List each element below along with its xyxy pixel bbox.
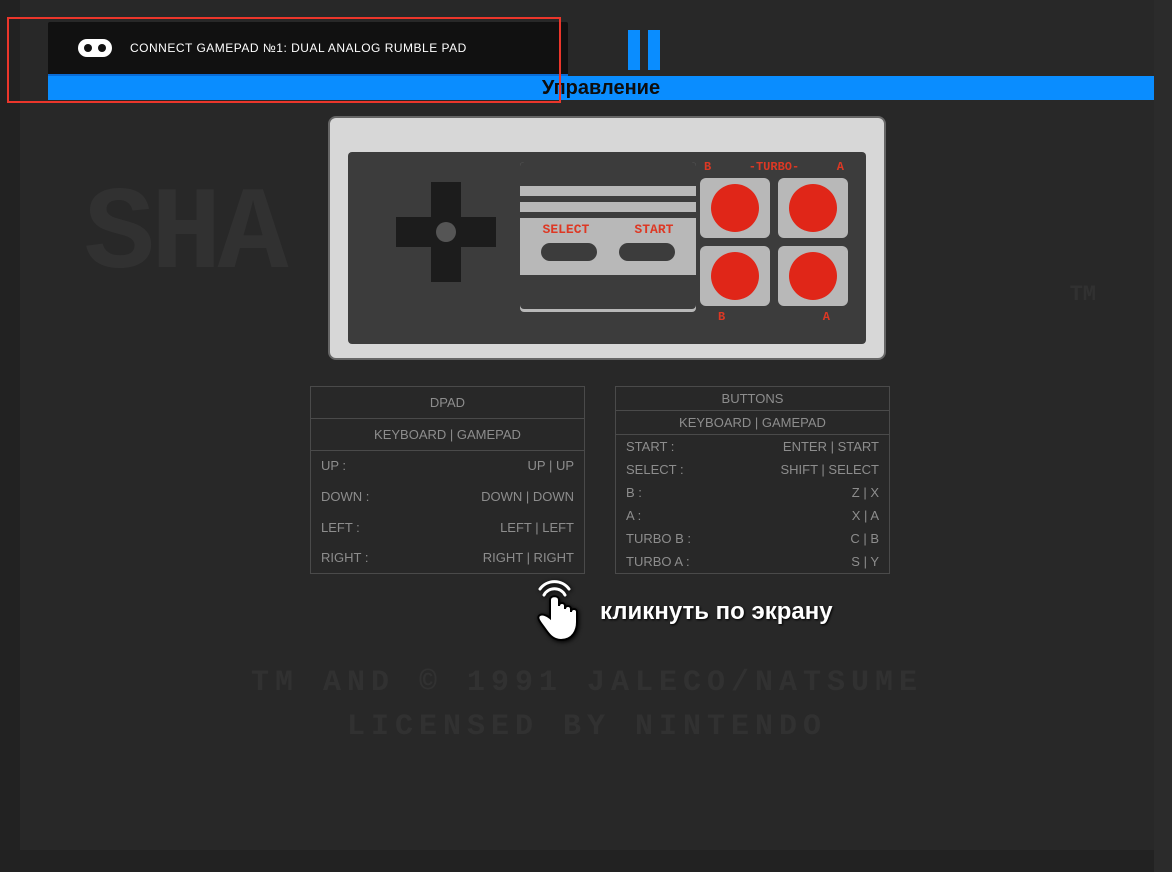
a-label: A bbox=[823, 310, 830, 324]
a-button-icon bbox=[789, 252, 837, 300]
buttons-title: BUTTONS bbox=[616, 387, 890, 411]
gamepad-icon bbox=[78, 39, 112, 57]
buttons-subtitle: KEYBOARD | GAMEPAD bbox=[616, 411, 890, 435]
click-text: кликнуть по экрану bbox=[600, 598, 833, 626]
dpad-icon bbox=[396, 182, 496, 282]
dpad-title: DPAD bbox=[311, 387, 585, 419]
emulator-frame[interactable]: SHA ND TM TM AND © 1991 JALECO/NATSUME L… bbox=[20, 0, 1154, 850]
table-row: RIGHT :RIGHT | RIGHT bbox=[311, 542, 585, 573]
b-label: B bbox=[718, 310, 725, 324]
mapping-value: LEFT | LEFT bbox=[414, 512, 584, 543]
table-row: DOWN :DOWN | DOWN bbox=[311, 481, 585, 512]
select-label: SELECT bbox=[543, 222, 590, 237]
table-row: B :Z | X bbox=[616, 481, 890, 504]
section-header: Управление bbox=[48, 76, 1154, 100]
table-row: A :X | A bbox=[616, 504, 890, 527]
turbo-b-label: B bbox=[704, 160, 711, 174]
mapping-key: UP : bbox=[311, 450, 415, 481]
controller-illustration: SELECT START B -TURBO- A bbox=[328, 116, 886, 360]
mapping-value: RIGHT | RIGHT bbox=[414, 542, 584, 573]
mapping-key: A : bbox=[616, 504, 731, 527]
table-row: TURBO B :C | B bbox=[616, 527, 890, 550]
scrollbar[interactable] bbox=[1154, 0, 1172, 872]
mapping-value: S | Y bbox=[730, 550, 889, 574]
mapping-key: B : bbox=[616, 481, 731, 504]
mapping-key: RIGHT : bbox=[311, 542, 415, 573]
table-row: SELECT :SHIFT | SELECT bbox=[616, 458, 890, 481]
click-instruction[interactable]: кликнуть по экрану bbox=[530, 580, 833, 644]
b-button-icon bbox=[711, 252, 759, 300]
table-row: TURBO A :S | Y bbox=[616, 550, 890, 574]
mapping-key: LEFT : bbox=[311, 512, 415, 543]
select-start-panel: SELECT START bbox=[520, 162, 696, 312]
mapping-key: SELECT : bbox=[616, 458, 731, 481]
bg-copyright: TM AND © 1991 JALECO/NATSUME bbox=[20, 666, 1154, 700]
mapping-value: ENTER | START bbox=[730, 435, 889, 459]
dpad-subtitle: KEYBOARD | GAMEPAD bbox=[311, 418, 585, 450]
table-row: START :ENTER | START bbox=[616, 435, 890, 459]
mapping-key: DOWN : bbox=[311, 481, 415, 512]
mapping-value: C | B bbox=[730, 527, 889, 550]
mapping-key: TURBO A : bbox=[616, 550, 731, 574]
bg-license: LICENSED BY NINTENDO bbox=[20, 710, 1154, 744]
start-label: START bbox=[634, 222, 673, 237]
table-row: UP :UP | UP bbox=[311, 450, 585, 481]
turbo-a-label: A bbox=[837, 160, 844, 174]
dpad-table: DPAD KEYBOARD | GAMEPAD UP :UP | UPDOWN … bbox=[310, 386, 585, 574]
turbo-label: -TURBO- bbox=[749, 160, 799, 174]
mapping-value: SHIFT | SELECT bbox=[730, 458, 889, 481]
mapping-value: DOWN | DOWN bbox=[414, 481, 584, 512]
mapping-key: START : bbox=[616, 435, 731, 459]
select-button-icon bbox=[541, 243, 597, 261]
mapping-key: TURBO B : bbox=[616, 527, 731, 550]
buttons-table: BUTTONS KEYBOARD | GAMEPAD START :ENTER … bbox=[615, 386, 890, 574]
ab-buttons-panel: B -TURBO- A B A bbox=[694, 160, 854, 330]
tap-hand-icon bbox=[530, 580, 582, 644]
mapping-value: X | A bbox=[730, 504, 889, 527]
pause-icon[interactable] bbox=[628, 30, 660, 70]
turbo-b-button-icon bbox=[711, 184, 759, 232]
gamepad-toast-text: CONNECT GAMEPAD №1: DUAL ANALOG RUMBLE P… bbox=[130, 41, 467, 55]
bg-tm: TM bbox=[1070, 282, 1096, 307]
table-row: LEFT :LEFT | LEFT bbox=[311, 512, 585, 543]
mapping-tables: DPAD KEYBOARD | GAMEPAD UP :UP | UPDOWN … bbox=[310, 386, 890, 574]
gamepad-toast: CONNECT GAMEPAD №1: DUAL ANALOG RUMBLE P… bbox=[48, 22, 568, 74]
turbo-a-button-icon bbox=[789, 184, 837, 232]
mapping-value: Z | X bbox=[730, 481, 889, 504]
start-button-icon bbox=[619, 243, 675, 261]
stage: SHA ND TM TM AND © 1991 JALECO/NATSUME L… bbox=[0, 0, 1172, 872]
mapping-value: UP | UP bbox=[414, 450, 584, 481]
